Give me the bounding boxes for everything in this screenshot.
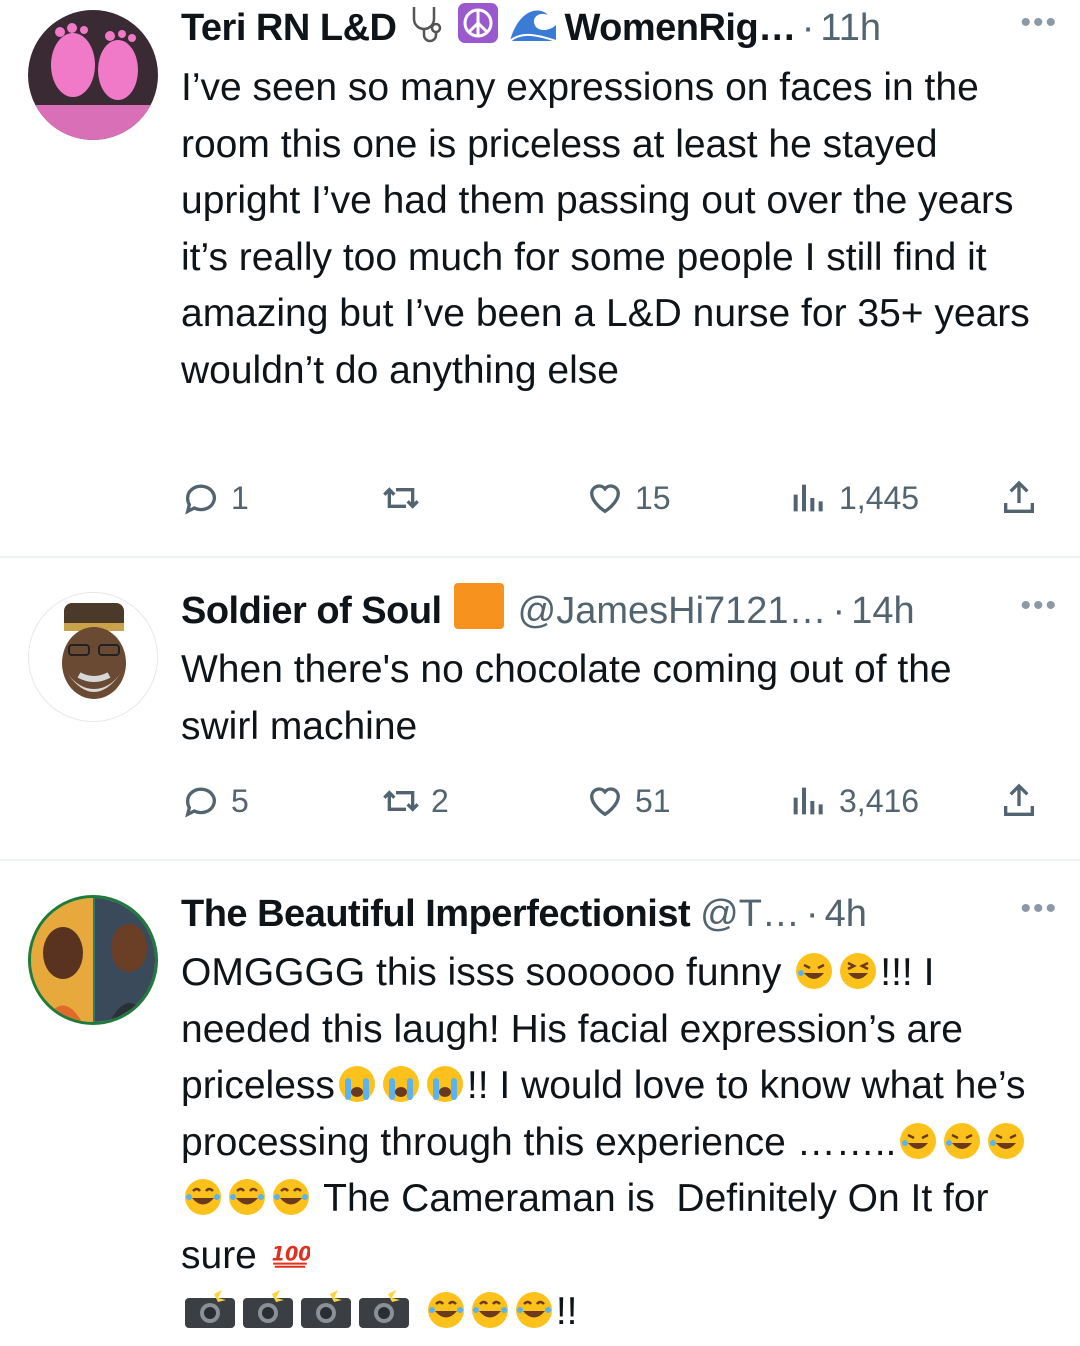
retweet-button[interactable]: [381, 473, 431, 523]
share-button[interactable]: [999, 776, 1049, 826]
reply-count: 5: [231, 782, 249, 819]
rofl-emoji-icon: [900, 1122, 937, 1159]
views-icon: [793, 787, 823, 815]
retweet-icon: [383, 790, 419, 812]
retweet-button[interactable]: 2: [381, 776, 449, 826]
camera-flash-emoji-icon: [301, 1286, 351, 1328]
display-name[interactable]: Soldier of Soul: [181, 590, 442, 633]
reply-icon: [185, 787, 216, 818]
more-icon[interactable]: •••: [1020, 6, 1058, 40]
rofl-emoji-icon: [796, 953, 833, 989]
share-icon: [1004, 783, 1034, 816]
joy-emoji-icon: [185, 1179, 221, 1215]
tweet-text: When there's no chocolate coming out of …: [181, 648, 963, 748]
like-button[interactable]: 51: [585, 776, 671, 826]
hundred-points-emoji-icon: 100: [271, 1242, 310, 1268]
joy-emoji-icon: [273, 1179, 309, 1215]
avatar[interactable]: [28, 10, 158, 140]
display-name[interactable]: Teri RN L&D: [181, 7, 397, 50]
views-count: 3,416: [839, 782, 920, 819]
timestamp[interactable]: 14h: [851, 590, 914, 633]
avatar[interactable]: [28, 592, 158, 722]
timestamp[interactable]: 4h: [825, 893, 867, 936]
handle[interactable]: @JamesHi7121…: [518, 590, 827, 633]
rofl-emoji-icon: [988, 1122, 1025, 1159]
camera-flash-emoji-icon: [359, 1286, 409, 1328]
crying-emoji-icon: [338, 1066, 375, 1102]
joy-emoji-icon: [471, 1292, 508, 1328]
reply-feed: Teri RN L&D WomenRig… · 11h ••• I’ve see…: [0, 0, 1080, 1346]
timestamp[interactable]: 11h: [820, 7, 881, 50]
like-button[interactable]: 15: [585, 473, 671, 523]
joy-emoji-icon: [427, 1292, 464, 1328]
action-bar: 5 2 51 3,416: [181, 776, 1051, 826]
handle[interactable]: WomenRig…: [564, 7, 796, 50]
joy-emoji-icon: [229, 1179, 265, 1215]
peace-icon: [456, 1, 500, 55]
heart-icon: [589, 787, 621, 817]
separator-dot: ·: [805, 892, 819, 935]
handle[interactable]: @T…: [700, 893, 800, 936]
divider: [0, 556, 1080, 558]
orange-square-icon: [450, 581, 508, 641]
rofl-emoji-icon: [944, 1122, 981, 1159]
retweet-icon: [383, 487, 419, 509]
reply-button[interactable]: 1: [181, 473, 249, 523]
tweet-text: OMGGGG this isss soooooo funny !!! I nee…: [181, 945, 1061, 1341]
grinning-squint-emoji-icon: [840, 953, 877, 989]
text-segment: !!: [555, 1290, 578, 1333]
reply-button[interactable]: 5: [181, 776, 249, 826]
views-button[interactable]: 3,416: [789, 776, 919, 826]
more-icon[interactable]: •••: [1020, 892, 1058, 926]
share-icon: [1004, 480, 1034, 513]
separator-dot: ·: [801, 6, 815, 49]
tweet-header: Teri RN L&D WomenRig… · 11h •••: [181, 2, 1058, 54]
retweet-count: 2: [431, 782, 449, 819]
tweet-header: The Beautiful Imperfectionist @T… · 4h •…: [181, 888, 1058, 940]
views-count: 1,445: [839, 479, 920, 516]
separator-dot: ·: [832, 589, 846, 632]
stethoscope-icon: [404, 1, 448, 55]
text-segment: OMGGGG this isss soooooo funny: [181, 951, 793, 994]
views-button[interactable]: 1,445: [789, 473, 919, 523]
crying-emoji-icon: [382, 1066, 419, 1102]
svg-text:100: 100: [271, 1242, 309, 1265]
more-icon[interactable]: •••: [1020, 589, 1058, 623]
wave-icon: [508, 1, 558, 55]
action-bar: 1 15 1,445: [181, 473, 1051, 523]
tweet-text: I’ve seen so many expressions on faces i…: [181, 66, 1041, 392]
like-count: 51: [635, 782, 671, 819]
reply-icon: [185, 484, 216, 515]
reply-count: 1: [231, 479, 249, 516]
divider: [0, 859, 1080, 861]
display-name[interactable]: The Beautiful Imperfectionist: [181, 893, 691, 936]
camera-flash-emoji-icon: [243, 1286, 293, 1328]
joy-emoji-icon: [515, 1292, 552, 1328]
heart-icon: [589, 484, 621, 514]
camera-flash-emoji-icon: [185, 1286, 235, 1328]
views-icon: [793, 484, 823, 512]
crying-emoji-icon: [426, 1066, 463, 1102]
like-count: 15: [635, 479, 671, 516]
avatar[interactable]: [28, 895, 158, 1025]
share-button[interactable]: [999, 473, 1049, 523]
tweet-header: Soldier of Soul @JamesHi7121… · 14h •••: [181, 583, 1058, 637]
